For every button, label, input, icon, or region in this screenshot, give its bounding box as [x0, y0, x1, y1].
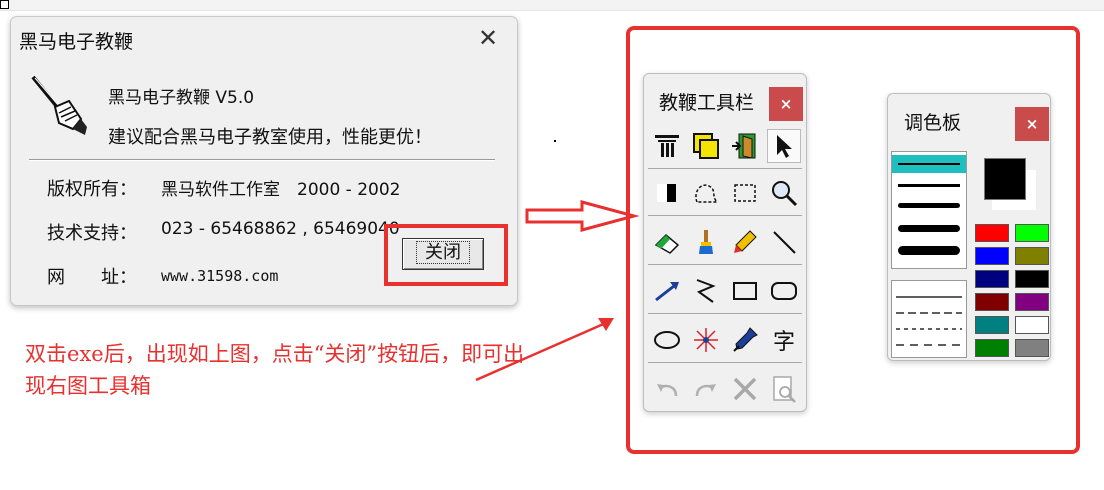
- dialog-close-button[interactable]: ✕: [473, 23, 503, 53]
- rounded-rect-icon[interactable]: [767, 274, 801, 308]
- width-option-5[interactable]: [898, 246, 960, 255]
- color-swatch[interactable]: [975, 339, 1009, 357]
- layers-icon[interactable]: [689, 129, 723, 163]
- color-swatch[interactable]: [1015, 293, 1049, 311]
- delete-icon[interactable]: [728, 372, 762, 406]
- palette-close-button[interactable]: ×: [1015, 107, 1049, 141]
- line-style-picker: [891, 280, 967, 358]
- tool-row-5: 字: [648, 318, 802, 363]
- dropper-icon[interactable]: [728, 323, 762, 357]
- ellipse-icon[interactable]: [650, 323, 684, 357]
- toolbox-title: 教鞭工具栏: [659, 92, 755, 114]
- website-value: www.31598.com: [161, 267, 279, 285]
- freeform-select-icon[interactable]: [689, 176, 723, 210]
- line-style-options[interactable]: [892, 281, 966, 357]
- color-swatch[interactable]: [1015, 247, 1049, 265]
- dialog-title: 黑马电子教鞭: [19, 31, 134, 53]
- line-width-picker: [891, 151, 967, 269]
- product-name: 黑马电子教鞭 V5.0: [108, 88, 255, 108]
- tool-row-2: [648, 171, 802, 216]
- toolbox-window: 教鞭工具栏 × 字: [643, 73, 807, 412]
- spotlight-icon[interactable]: [689, 323, 723, 357]
- color-swatch[interactable]: [975, 293, 1009, 311]
- copyright-label: 版权所有：: [47, 179, 137, 200]
- current-fg-color[interactable]: [984, 158, 1026, 200]
- zigzag-icon[interactable]: [689, 274, 723, 308]
- text-style-icon[interactable]: [650, 129, 684, 163]
- color-swatch[interactable]: [1015, 316, 1049, 334]
- slogan-text: 建议配合黑马电子教室使用，性能更优！: [108, 127, 432, 148]
- undo-icon[interactable]: [650, 372, 684, 406]
- pencil-icon[interactable]: [728, 225, 762, 259]
- color-swatch[interactable]: [1015, 270, 1049, 288]
- right-arrow-icon: [525, 200, 640, 232]
- palette-title: 调色板: [904, 112, 962, 134]
- instruction-note: 双击exe后，出现如上图，点击“关闭”按钮后，即可出现右图工具箱: [25, 342, 525, 398]
- copyright-value: 黑马软件工作室 2000 - 2002: [161, 180, 401, 200]
- tool-row-1: [648, 124, 802, 169]
- arrow-pen-icon[interactable]: [650, 274, 684, 308]
- website-label: 网 址：: [47, 267, 137, 288]
- exit-door-icon[interactable]: [728, 129, 762, 163]
- redo-icon[interactable]: [689, 372, 723, 406]
- palette-window: 调色板 ×: [887, 93, 1051, 361]
- black-white-screen-icon[interactable]: [650, 176, 684, 210]
- color-swatch[interactable]: [975, 270, 1009, 288]
- support-value: 023 - 65468862 , 65469040: [161, 219, 400, 239]
- whip-logo-icon: [31, 75, 87, 135]
- rect-select-icon[interactable]: [728, 176, 762, 210]
- eraser-icon[interactable]: [650, 225, 684, 259]
- line-icon[interactable]: [767, 225, 801, 259]
- tool-row-3: [648, 220, 802, 265]
- rectangle-icon[interactable]: [728, 274, 762, 308]
- close-button[interactable]: 关闭: [402, 238, 484, 270]
- text-char-icon[interactable]: 字: [767, 323, 801, 357]
- stray-dot: [554, 140, 556, 142]
- width-option-3[interactable]: [898, 203, 960, 208]
- tool-row-6: [648, 367, 802, 411]
- close-button-label: 关闭: [416, 241, 470, 264]
- tool-row-4: [648, 269, 802, 314]
- color-swatch[interactable]: [1015, 339, 1049, 357]
- diagonal-arrow-head-icon: [598, 318, 614, 331]
- color-swatch[interactable]: [975, 247, 1009, 265]
- width-option-4[interactable]: [898, 225, 960, 232]
- corner-marker: [0, 0, 9, 9]
- toolbox-close-button[interactable]: ×: [769, 87, 803, 121]
- preview-icon[interactable]: [767, 372, 801, 406]
- color-swatch[interactable]: [975, 224, 1009, 242]
- width-option-2[interactable]: [898, 184, 960, 187]
- pointer-arrow-icon[interactable]: [767, 129, 801, 163]
- top-strip: [0, 0, 1104, 11]
- color-swatch[interactable]: [975, 316, 1009, 334]
- magnifier-icon[interactable]: [767, 176, 801, 210]
- support-label: 技术支持：: [47, 223, 137, 244]
- width-option-1[interactable]: [898, 163, 960, 165]
- color-swatch[interactable]: [1015, 224, 1049, 242]
- separator: [29, 159, 495, 161]
- brush-icon[interactable]: [689, 225, 723, 259]
